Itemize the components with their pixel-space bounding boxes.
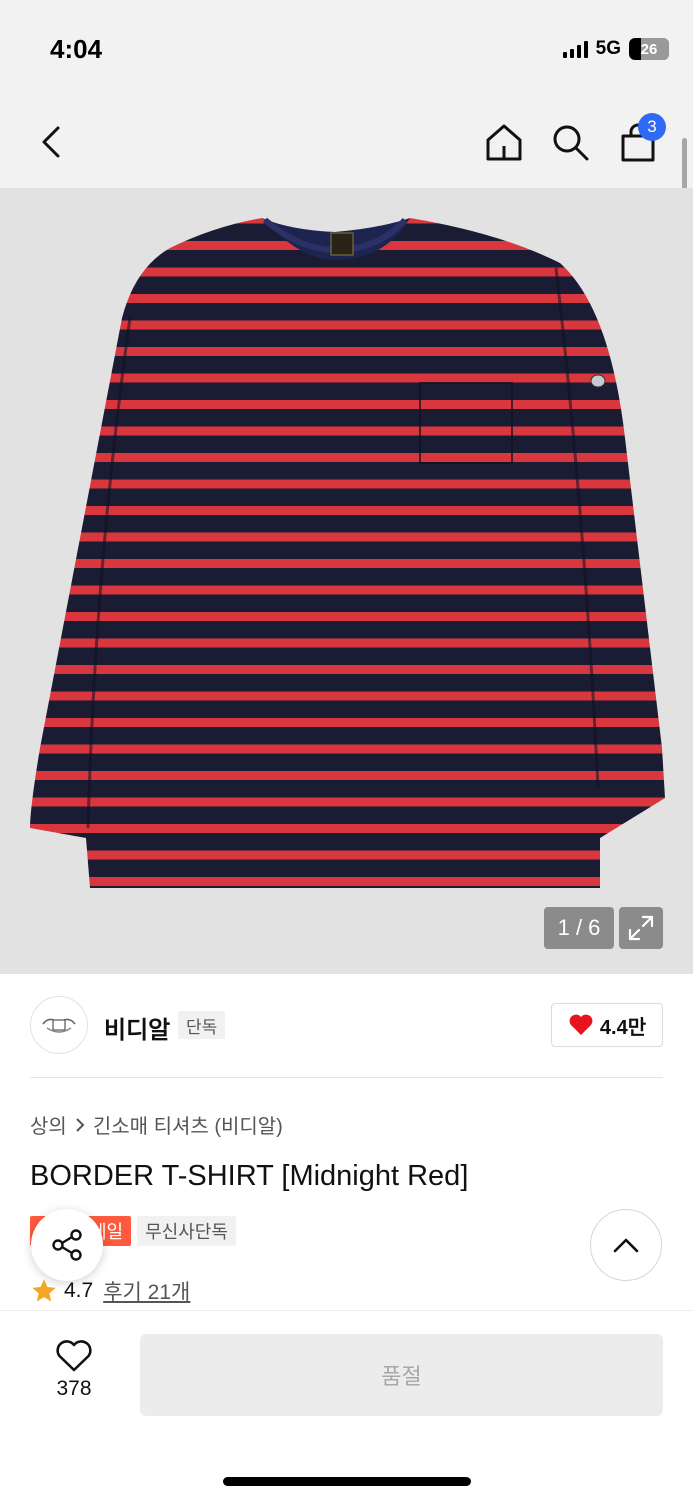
- wishlist-count: 378: [56, 1377, 92, 1400]
- brand-logo[interactable]: [30, 996, 88, 1054]
- chevron-left-icon: [42, 126, 60, 158]
- heart-outline-icon: [56, 1340, 92, 1372]
- battery-icon: 26: [629, 38, 669, 60]
- chevron-right-icon: [76, 1117, 85, 1132]
- search-button[interactable]: [544, 116, 596, 168]
- scroll-top-button[interactable]: [590, 1209, 662, 1281]
- chevron-up-icon: [613, 1238, 639, 1253]
- back-button[interactable]: [26, 116, 78, 168]
- nav-bar: 3: [0, 96, 693, 188]
- brand-name[interactable]: 비디알: [104, 1010, 170, 1045]
- home-indicator[interactable]: [223, 1477, 471, 1486]
- home-button[interactable]: [478, 116, 530, 168]
- status-bar: 4:04 5G 26: [0, 0, 693, 96]
- exclusive-badge: 단독: [178, 1011, 226, 1039]
- cart-button[interactable]: 3: [612, 113, 666, 168]
- striped-shirt-image: [30, 217, 665, 888]
- product-image[interactable]: [0, 188, 693, 974]
- rating-row: 4.7 후기 21개: [30, 1276, 190, 1306]
- brand-emblem-icon: [42, 1018, 76, 1033]
- signal-icon: [562, 40, 588, 58]
- search-icon: [553, 125, 589, 161]
- share-icon: [52, 1229, 82, 1261]
- battery-level: 26: [640, 40, 658, 58]
- heart-filled-icon: [569, 1014, 593, 1035]
- brand-like-button[interactable]: 4.4만: [551, 1003, 663, 1047]
- network-type: 5G: [595, 38, 621, 59]
- review-link[interactable]: 후기 21개: [103, 1276, 190, 1306]
- product-title: BORDER T-SHIRT [Midnight Red]: [30, 1160, 469, 1192]
- cart-count-badge: 3: [638, 113, 666, 141]
- share-button[interactable]: [31, 1209, 103, 1281]
- breadcrumb: 상의 긴소매 티셔츠 (비디알): [30, 1110, 283, 1139]
- status-indicators: 5G 26: [562, 38, 669, 60]
- musinsa-exclusive-badge: 무신사단독: [137, 1216, 236, 1246]
- expand-button[interactable]: [619, 907, 663, 949]
- wishlist-button[interactable]: 378: [40, 1339, 108, 1401]
- divider: [30, 1077, 663, 1078]
- rating-value: 4.7: [64, 1279, 94, 1302]
- home-icon: [486, 124, 522, 161]
- expand-icon: [628, 915, 654, 941]
- status-time: 4:04: [50, 34, 103, 64]
- bottom-action-bar: 378 품절: [0, 1310, 693, 1500]
- sold-out-button[interactable]: 품절: [140, 1334, 663, 1416]
- star-icon: [32, 1279, 56, 1302]
- breadcrumb-category[interactable]: 상의: [30, 1110, 67, 1139]
- image-counter: 1 / 6: [544, 907, 614, 949]
- breadcrumb-subcategory[interactable]: 긴소매 티셔츠 (비디알): [93, 1110, 283, 1139]
- brand-row: 비디알 단독 4.4만: [0, 974, 693, 1078]
- brand-like-count: 4.4만: [599, 1016, 647, 1039]
